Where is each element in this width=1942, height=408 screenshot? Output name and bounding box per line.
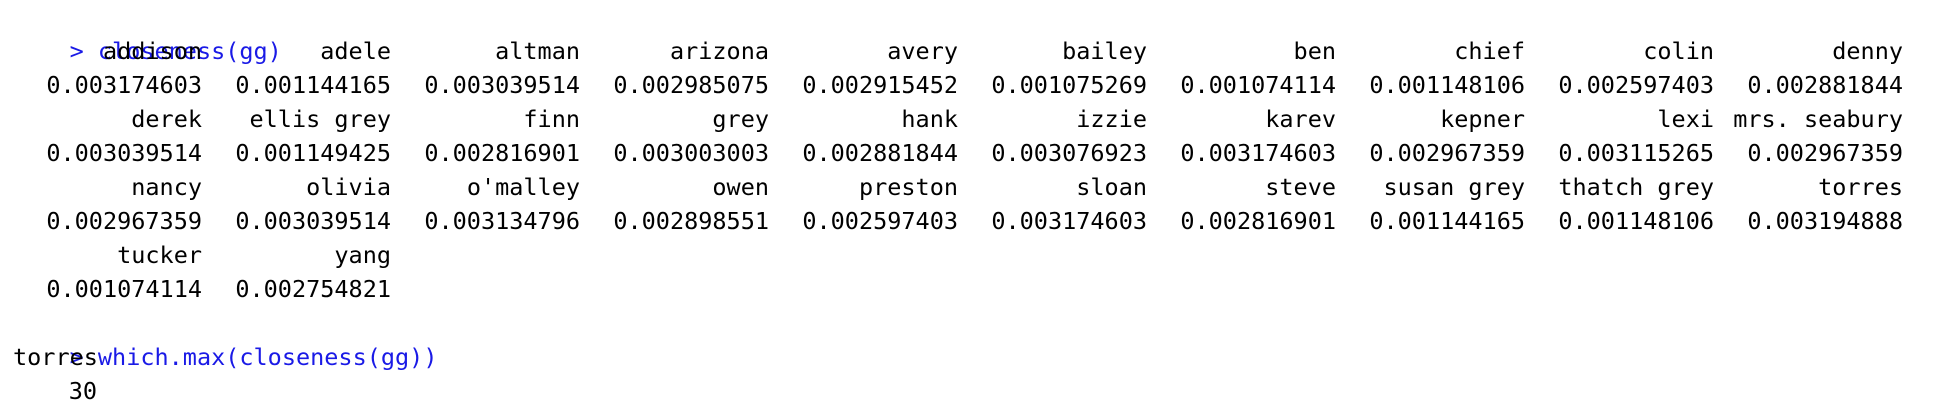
closeness-value: 0.002881844 <box>1747 71 1903 99</box>
closeness-value: 0.003039514 <box>46 139 202 167</box>
vertex-name: izzie <box>1076 105 1147 133</box>
vertex-name: thatch grey <box>1558 173 1714 201</box>
vertex-name: arizona <box>669 37 769 65</box>
vertex-name: owen <box>712 173 769 201</box>
r-console[interactable]: > closeness(gg) addison adele altman arizon… <box>13 0 1903 408</box>
closeness-value: 0.003039514 <box>235 207 391 235</box>
vertex-name: chief <box>1454 37 1525 65</box>
vertex-name: o'malley <box>466 173 580 201</box>
vertex-name: olivia <box>306 173 391 201</box>
closeness-value: 0.001074114 <box>1180 71 1336 99</box>
vertex-name: sloan <box>1076 173 1147 201</box>
value-row: 0.002967359 0.003039514 0.003134796 0.00289… <box>13 204 1903 238</box>
vertex-name: lexi <box>1657 105 1714 133</box>
closeness-value: 0.002881844 <box>802 139 958 167</box>
closeness-value: 0.002816901 <box>1180 207 1336 235</box>
vertex-name: steve <box>1265 173 1336 201</box>
vertex-name: nancy <box>131 173 202 201</box>
closeness-value: 0.002597403 <box>1558 71 1714 99</box>
closeness-value: 0.003003003 <box>613 139 769 167</box>
closeness-value: 0.003174603 <box>46 71 202 99</box>
vertex-name: derek <box>131 105 202 133</box>
vertex-name: adele <box>320 37 391 65</box>
value-row: 0.001074114 0.002754821 <box>13 272 1903 306</box>
closeness-value: 0.001144165 <box>235 71 391 99</box>
vertex-name: karev <box>1265 105 1336 133</box>
vertex-name: hank <box>901 105 958 133</box>
closeness-value: 0.003039514 <box>424 71 580 99</box>
command-text: which.max(closeness(gg)) <box>97 343 438 371</box>
closeness-value: 0.003076923 <box>991 139 1147 167</box>
closeness-output: addison adele altman arizona avery bailey ben c… <box>13 34 1903 306</box>
name-row: derek ellis grey finn grey hank izzie karev kep… <box>13 102 1903 136</box>
command-line-2: > which.max(closeness(gg)) <box>13 306 1903 371</box>
name-row: addison adele altman arizona avery bailey ben c… <box>13 34 1903 68</box>
vertex-name: susan grey <box>1383 173 1525 201</box>
closeness-value: 0.002898551 <box>613 207 769 235</box>
closeness-value: 0.002967359 <box>1369 139 1525 167</box>
closeness-value: 0.002985075 <box>613 71 769 99</box>
name-row: tucker yang <box>13 238 1903 272</box>
value-row: 0.003039514 0.001149425 0.002816901 0.00300… <box>13 136 1903 170</box>
vertex-name: denny <box>1832 37 1903 65</box>
vertex-name: finn <box>523 105 580 133</box>
vertex-name: avery <box>887 37 958 65</box>
closeness-value: 0.001149425 <box>235 139 391 167</box>
closeness-value: 0.001144165 <box>1369 207 1525 235</box>
closeness-value: 0.003134796 <box>424 207 580 235</box>
vertex-name: kepner <box>1440 105 1525 133</box>
closeness-value: 0.002816901 <box>424 139 580 167</box>
closeness-value: 0.001148106 <box>1558 207 1714 235</box>
vertex-name: ellis grey <box>249 105 391 133</box>
result-value: 30 <box>13 374 1903 408</box>
closeness-value: 0.003174603 <box>991 207 1147 235</box>
command-line-1: > closeness(gg) <box>13 0 1903 65</box>
closeness-value: 0.002967359 <box>1747 139 1903 167</box>
vertex-name: preston <box>858 173 958 201</box>
vertex-name: mrs. seabury <box>1733 105 1903 133</box>
vertex-name: altman <box>495 37 580 65</box>
value-row: 0.003174603 0.001144165 0.003039514 0.00298… <box>13 68 1903 102</box>
vertex-name: yang <box>334 241 391 269</box>
vertex-name: ben <box>1293 37 1336 65</box>
closeness-value: 0.001148106 <box>1369 71 1525 99</box>
vertex-name: colin <box>1643 37 1714 65</box>
closeness-value: 0.003174603 <box>1180 139 1336 167</box>
vertex-name: torres <box>1818 173 1903 201</box>
vertex-name: bailey <box>1062 37 1147 65</box>
closeness-value: 0.003115265 <box>1558 139 1714 167</box>
closeness-value: 0.003194888 <box>1747 207 1903 235</box>
vertex-name: tucker <box>117 241 202 269</box>
name-row: nancy olivia o'malley owen preston sloan steve… <box>13 170 1903 204</box>
closeness-value: 0.001074114 <box>46 275 202 303</box>
closeness-value: 0.002915452 <box>802 71 958 99</box>
closeness-value: 0.002597403 <box>802 207 958 235</box>
vertex-name: grey <box>712 105 769 133</box>
closeness-value: 0.002967359 <box>46 207 202 235</box>
vertex-name: addison <box>102 37 202 65</box>
result-value-text: 30 <box>68 377 97 405</box>
closeness-value: 0.001075269 <box>991 71 1147 99</box>
closeness-value: 0.002754821 <box>235 275 391 303</box>
